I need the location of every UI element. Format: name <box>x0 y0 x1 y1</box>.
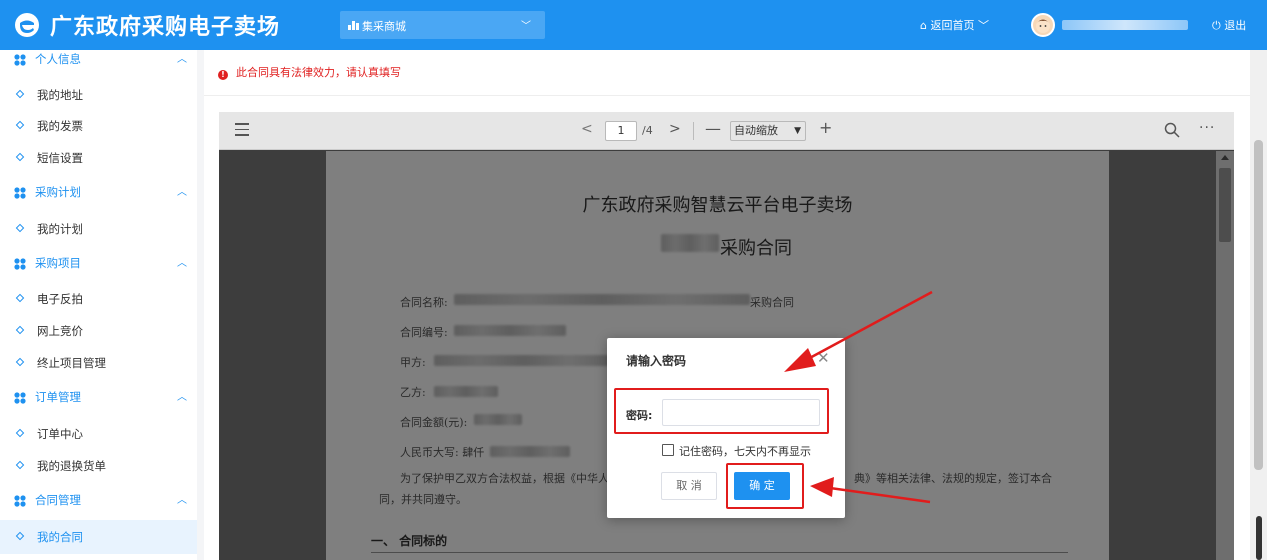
highlight-box-password <box>614 388 829 434</box>
sidebar-group-plan[interactable]: 采购计划 ︿ <box>0 176 197 210</box>
mall-select-label: 集采商城 <box>362 20 406 33</box>
sidebar-item-label: 订单中心 <box>37 427 83 441</box>
sidebar-item-label: 我的地址 <box>37 88 83 102</box>
divider <box>693 122 694 140</box>
chevron-up-icon: ︿ <box>177 187 187 198</box>
next-page-icon[interactable]: > <box>669 121 681 137</box>
chevron-down-icon: ﹀ <box>521 21 531 32</box>
sidebar-item-returns[interactable]: 我的退换货单 <box>0 449 197 483</box>
sidebar-group-personal[interactable]: 个人信息 ︿ <box>0 43 197 77</box>
zoom-out-icon[interactable]: — <box>705 119 721 138</box>
diamond-icon <box>15 223 25 233</box>
grid-icon <box>14 392 26 404</box>
dialog-title: 请输入密码 <box>626 354 687 368</box>
chevron-down-icon: ▼ <box>794 126 801 136</box>
remember-label[interactable]: 记住密码，七天内不再显示 <box>679 443 811 459</box>
logout-label: 退出 <box>1224 19 1247 32</box>
sidebar-group-project[interactable]: 采购项目 ︿ <box>0 247 197 281</box>
home-link-label: 返回首页 <box>930 19 975 32</box>
diamond-icon <box>15 531 25 541</box>
sidebar-item-my-contracts[interactable]: 我的合同 <box>0 520 197 554</box>
sidebar-group-contracts[interactable]: 合同管理 ︿ <box>0 484 197 518</box>
sidebar-item-terminated-projects[interactable]: 终止项目管理 <box>0 346 197 380</box>
search-icon[interactable] <box>1164 122 1180 138</box>
diamond-icon <box>15 325 25 335</box>
pdf-toolbar: < 1 /4 > — 自动缩放 ▼ + ··· <box>219 112 1234 150</box>
home-link[interactable]: ⌂ 返回首页 ﹀ <box>920 17 989 33</box>
zoom-in-icon[interactable]: + <box>819 118 832 137</box>
chevron-up-icon: ︿ <box>177 54 187 65</box>
sidebar-item-label: 网上竞价 <box>37 324 83 338</box>
sidebar-item-invoice[interactable]: 我的发票 <box>0 109 197 143</box>
sidebar-item-online-bidding[interactable]: 网上竞价 <box>0 314 197 348</box>
sidebar-item-label: 电子反拍 <box>37 292 83 306</box>
sidebar-toggle-icon[interactable] <box>235 123 249 137</box>
grid-icon <box>14 54 26 66</box>
legal-notice-text: 此合同具有法律效力，请认真填写 <box>236 66 401 79</box>
username-redacted <box>1062 20 1188 30</box>
sidebar-item-address[interactable]: 我的地址 <box>0 78 197 112</box>
diamond-icon <box>15 120 25 130</box>
sidebar-item-label: 我的退换货单 <box>37 459 106 473</box>
sidebar-group-label: 采购计划 <box>35 185 81 199</box>
chevron-down-icon: ﹀ <box>977 19 989 32</box>
avatar[interactable] <box>1031 13 1055 37</box>
chevron-up-icon: ︿ <box>177 258 187 269</box>
remember-checkbox[interactable] <box>662 444 674 456</box>
sidebar-item-sms[interactable]: 短信设置 <box>0 141 197 175</box>
more-icon[interactable]: ··· <box>1199 120 1215 136</box>
page-scrollbar-marker <box>1256 516 1262 560</box>
divider <box>204 95 1250 96</box>
chevron-up-icon: ︿ <box>177 392 187 403</box>
sidebar-item-label: 我的合同 <box>37 530 83 544</box>
sidebar-group-label: 个人信息 <box>35 52 81 66</box>
page-scrollbar-thumb[interactable] <box>1254 140 1263 470</box>
close-icon[interactable]: ✕ <box>817 349 830 367</box>
grid-icon <box>14 258 26 270</box>
diamond-icon <box>15 89 25 99</box>
grid-icon <box>14 495 26 507</box>
sidebar-item-order-center[interactable]: 订单中心 <box>0 417 197 451</box>
page-scrollbar[interactable] <box>1250 50 1267 560</box>
logo-icon <box>15 13 39 37</box>
site-title: 广东政府采购电子卖场 <box>50 14 281 40</box>
sidebar-group-label: 合同管理 <box>35 493 81 507</box>
legal-notice: ! 此合同具有法律效力，请认真填写 <box>218 64 401 80</box>
sidebar-item-label: 我的发票 <box>37 119 83 133</box>
bar-chart-icon <box>348 21 359 30</box>
cancel-button[interactable]: 取 消 <box>661 472 717 500</box>
diamond-icon <box>15 293 25 303</box>
sidebar-group-label: 采购项目 <box>35 256 81 270</box>
chevron-up-icon: ︿ <box>177 495 187 506</box>
avatar-face-icon <box>1036 19 1050 33</box>
page-number-input[interactable]: 1 <box>605 121 637 141</box>
diamond-icon <box>15 460 25 470</box>
power-icon: ⏻ <box>1212 19 1221 32</box>
diamond-icon <box>15 152 25 162</box>
diamond-icon <box>15 357 25 367</box>
sidebar-group-label: 订单管理 <box>35 390 81 404</box>
logout-button[interactable]: ⏻ 退出 <box>1212 17 1246 33</box>
page-total: /4 <box>642 124 653 137</box>
sidebar-item-label: 终止项目管理 <box>37 356 106 370</box>
zoom-select-value: 自动缩放 <box>734 124 778 137</box>
grid-icon <box>14 187 26 199</box>
zoom-select[interactable]: 自动缩放 ▼ <box>730 121 806 141</box>
highlight-box-confirm <box>726 463 804 509</box>
sidebar-item-label: 短信设置 <box>37 151 83 165</box>
mall-select[interactable]: 集采商城 ﹀ <box>340 11 545 39</box>
home-icon: ⌂ <box>920 19 927 32</box>
sidebar-item-reverse-auction[interactable]: 电子反拍 <box>0 282 197 316</box>
sidebar-item-label: 我的计划 <box>37 222 83 236</box>
sidebar: 个人信息 ︿ 我的地址 我的发票 短信设置 采购计划 ︿ 我的计划 采购项目 ︿… <box>0 50 197 560</box>
alert-icon: ! <box>218 70 228 80</box>
sidebar-item-my-plan[interactable]: 我的计划 <box>0 212 197 246</box>
sidebar-group-orders[interactable]: 订单管理 ︿ <box>0 381 197 415</box>
diamond-icon <box>15 428 25 438</box>
previous-page-icon[interactable]: < <box>581 121 593 137</box>
